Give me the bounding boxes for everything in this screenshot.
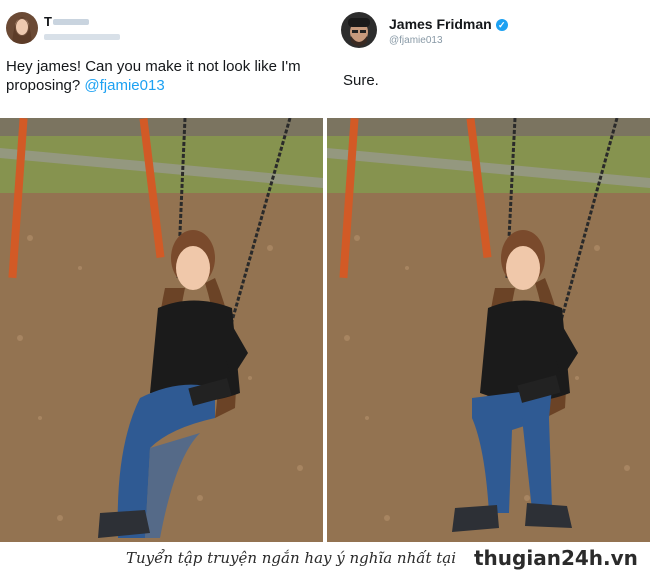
right-avatar[interactable] [341,12,377,48]
left-tweet: T Hey james! Can you make it not look li… [0,0,323,120]
swing-photo-edited [327,118,650,542]
mention-link[interactable]: @fjamie013 [84,77,164,94]
right-handle[interactable]: @fjamie013 [389,35,443,46]
right-author-name[interactable]: James Fridman ✓ [389,16,508,32]
left-tweet-text: Hey james! Can you make it not look like… [6,57,321,95]
footer-site-name[interactable]: thugian24h.vn [474,546,638,570]
avatar-image [341,12,377,48]
left-author-name[interactable]: T [44,14,52,29]
original-photo [0,118,323,542]
author-name-text: James Fridman [389,16,492,32]
redacted-handle-block [44,34,120,40]
right-tweet: James Fridman ✓ @fjamie013 Sure. [327,0,650,120]
watermark-footer: Tuyển tập truyện ngắn hay ý nghĩa nhất t… [0,542,650,574]
swing-photo-original [0,118,323,542]
verified-badge-icon: ✓ [495,19,508,31]
left-avatar[interactable] [6,12,38,44]
avatar-image [6,12,38,44]
footer-caption: Tuyển tập truyện ngắn hay ý nghĩa nhất t… [126,549,457,567]
edited-photo [327,118,650,542]
right-tweet-text: Sure. [343,72,379,89]
redacted-name-block [53,19,89,25]
